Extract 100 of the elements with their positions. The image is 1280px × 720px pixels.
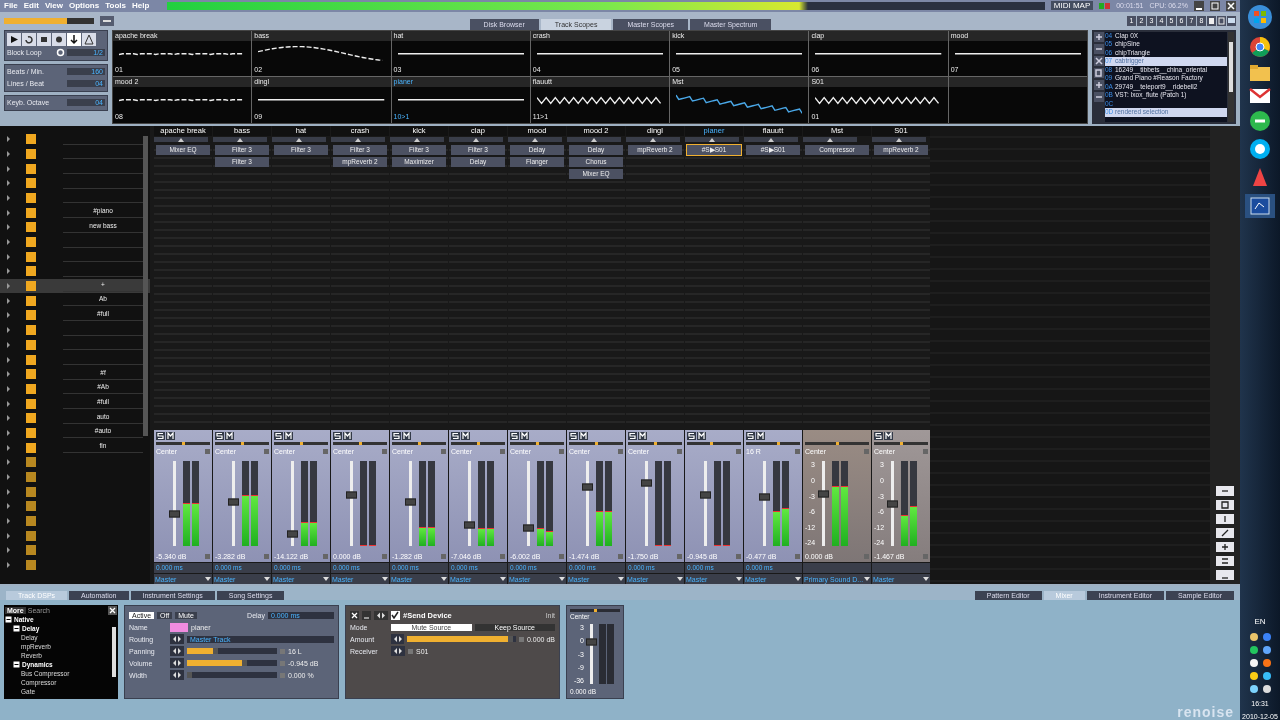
midi-map-button[interactable]: MIDI MAP <box>1050 1 1094 11</box>
phone-icon[interactable] <box>1249 138 1271 160</box>
minimize-icon[interactable] <box>362 610 371 620</box>
solo-icon[interactable] <box>874 432 883 441</box>
caret-icon[interactable] <box>205 577 211 582</box>
expand-icon[interactable] <box>6 209 11 216</box>
solo-icon[interactable] <box>215 432 224 441</box>
solo-icon[interactable] <box>392 432 401 441</box>
record-icon[interactable] <box>52 32 66 46</box>
expand-icon[interactable] <box>6 312 11 319</box>
toggle-icon[interactable] <box>205 553 210 559</box>
toggle-icon[interactable] <box>205 448 210 454</box>
toggle-icon[interactable] <box>677 553 682 559</box>
master-volume-slider[interactable] <box>4 17 94 24</box>
collapse-icon[interactable] <box>390 136 444 142</box>
stepper-icon[interactable] <box>170 670 184 681</box>
pattern-slot[interactable] <box>26 134 36 145</box>
toggle-icon[interactable] <box>618 448 623 454</box>
fader-thumb[interactable] <box>759 493 770 501</box>
pattern-slot[interactable] <box>26 310 36 321</box>
minus-icon[interactable] <box>1094 43 1104 54</box>
pattern-slot[interactable] <box>26 281 36 292</box>
collapse-icon[interactable] <box>272 136 326 142</box>
toggle-icon[interactable] <box>323 448 328 454</box>
fader-thumb[interactable] <box>405 498 416 506</box>
pattern-slot[interactable] <box>26 163 36 174</box>
solo-icon[interactable] <box>687 432 696 441</box>
close-icon[interactable] <box>350 610 359 620</box>
toggle-icon[interactable] <box>519 636 524 642</box>
minus-icon[interactable] <box>1094 91 1104 102</box>
mute-icon[interactable] <box>884 432 893 441</box>
caret-icon[interactable] <box>864 577 871 582</box>
expand-icon[interactable] <box>6 415 11 422</box>
mute-icon[interactable] <box>166 432 175 441</box>
collapse-icon[interactable] <box>872 136 926 142</box>
caret-icon[interactable] <box>382 577 388 582</box>
pattern-slot[interactable] <box>26 222 36 233</box>
expand-icon[interactable] <box>6 503 11 510</box>
collapse-icon[interactable] <box>626 136 680 142</box>
caret-icon[interactable] <box>441 577 447 582</box>
caret-icon[interactable] <box>677 577 683 582</box>
expand-icon[interactable] <box>6 268 11 275</box>
caret-icon[interactable] <box>500 577 506 582</box>
fader-thumb[interactable] <box>464 521 475 529</box>
fader-thumb[interactable] <box>228 498 239 506</box>
fader-thumb[interactable] <box>582 483 593 491</box>
pattern-slot[interactable] <box>26 530 36 541</box>
chat-icon[interactable] <box>1249 110 1271 132</box>
scrollbar[interactable] <box>143 135 148 436</box>
pan-slider[interactable] <box>628 442 682 446</box>
toggle-icon[interactable] <box>864 448 869 454</box>
solo-icon[interactable] <box>333 432 342 441</box>
collapse-icon[interactable] <box>567 136 621 142</box>
plus-icon[interactable] <box>1094 31 1104 42</box>
start-button[interactable] <box>1247 4 1273 30</box>
fader-thumb[interactable] <box>523 524 534 532</box>
stepper-icon[interactable] <box>170 658 184 669</box>
mixer-tool-icon[interactable] <box>1216 570 1234 581</box>
toggle-icon[interactable] <box>795 553 800 559</box>
slider[interactable] <box>187 672 277 679</box>
expand-icon[interactable] <box>6 165 11 172</box>
tray-icon[interactable] <box>1261 671 1272 681</box>
loop-icon[interactable] <box>22 32 36 46</box>
mixer-tool-icon[interactable] <box>1216 486 1234 497</box>
pattern-slot[interactable] <box>26 560 36 571</box>
fader-thumb[interactable] <box>346 491 357 499</box>
expand-icon[interactable] <box>6 562 11 569</box>
pattern-slot[interactable] <box>26 442 36 453</box>
checkbox[interactable] <box>391 610 400 620</box>
pan-slider[interactable] <box>874 442 928 446</box>
toggle-icon[interactable] <box>441 448 446 454</box>
mute-icon[interactable] <box>225 432 234 441</box>
toggle-icon[interactable] <box>408 648 413 654</box>
mail-icon[interactable] <box>1249 88 1271 104</box>
tray-icon[interactable] <box>1248 671 1259 681</box>
tray-icon[interactable] <box>1261 658 1272 668</box>
pan-slider[interactable] <box>687 442 741 446</box>
pattern-slot[interactable] <box>26 148 36 159</box>
mixer-tool-icon[interactable] <box>1216 556 1234 567</box>
pattern-slot[interactable] <box>26 413 36 424</box>
collapse-icon[interactable] <box>449 136 503 142</box>
pattern-slot[interactable] <box>26 501 36 512</box>
pattern-slot[interactable] <box>26 457 36 468</box>
panel-icon[interactable] <box>1217 15 1226 26</box>
expand-icon[interactable] <box>6 180 11 187</box>
slider[interactable] <box>187 648 277 655</box>
caret-icon[interactable] <box>264 577 270 582</box>
pattern-slot[interactable] <box>26 325 36 336</box>
solo-icon[interactable] <box>569 432 578 441</box>
delay-field[interactable] <box>803 563 871 574</box>
pattern-slot[interactable] <box>26 237 36 248</box>
close-icon[interactable] <box>108 606 117 616</box>
pattern-slot[interactable] <box>26 354 36 365</box>
toggle-icon[interactable] <box>923 448 928 454</box>
expand-icon[interactable] <box>6 195 11 201</box>
pattern-slot[interactable] <box>26 472 36 483</box>
caret-icon[interactable] <box>323 577 329 582</box>
expand-icon[interactable] <box>6 430 11 436</box>
pattern-slot[interactable] <box>26 266 36 277</box>
fader-thumb[interactable] <box>169 510 180 518</box>
